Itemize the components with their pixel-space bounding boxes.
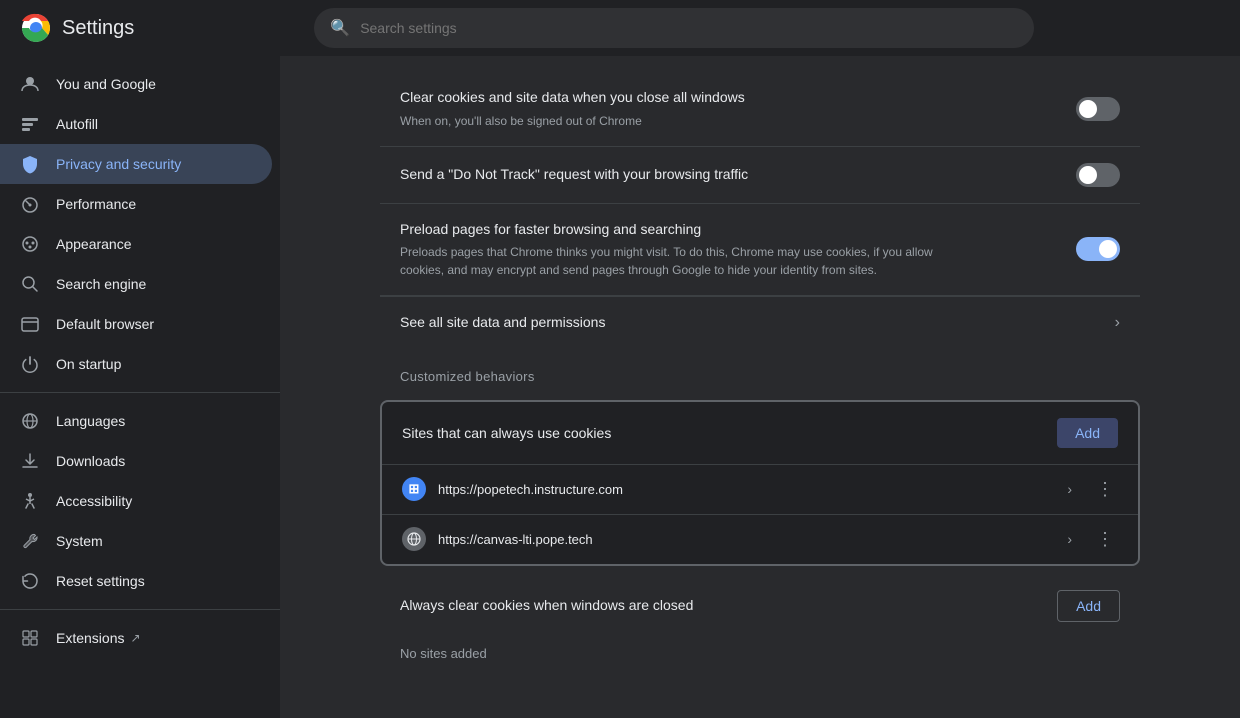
- gauge-icon: [20, 194, 40, 214]
- toggle-dnt[interactable]: [1076, 163, 1120, 187]
- sidebar-label-performance: Performance: [56, 196, 136, 212]
- sidebar-label-default-browser: Default browser: [56, 316, 154, 332]
- toggle-track-off: [1076, 97, 1120, 121]
- app-logo: Settings: [20, 12, 134, 44]
- site-url-instructure: https://popetech.instructure.com: [438, 482, 1055, 497]
- power-icon: [20, 354, 40, 374]
- chevron-right-icon: ›: [1115, 314, 1120, 332]
- sidebar-label-accessibility: Accessibility: [56, 493, 132, 509]
- sidebar-item-downloads[interactable]: Downloads: [0, 441, 272, 481]
- setting-text-dnt: Send a "Do Not Track" request with your …: [400, 165, 1076, 185]
- site-icon-instructure: ⊞: [402, 477, 426, 501]
- globe-icon: [20, 411, 40, 431]
- sidebar-item-extensions[interactable]: Extensions ↗: [0, 618, 272, 658]
- sidebar-item-on-startup[interactable]: On startup: [0, 344, 272, 384]
- toggle-track-dnt-off: [1076, 163, 1120, 187]
- puzzle-icon: [20, 628, 40, 648]
- setting-title-dnt: Send a "Do Not Track" request with your …: [400, 165, 1076, 185]
- setting-title-clear-cookies: Clear cookies and site data when you clo…: [400, 88, 1076, 108]
- history-icon: [20, 571, 40, 591]
- site-chevron-2: ›: [1067, 531, 1072, 547]
- setting-text-clear-cookies: Clear cookies and site data when you clo…: [400, 88, 1076, 130]
- sidebar-item-privacy-security[interactable]: Privacy and security: [0, 144, 272, 184]
- site-chevron-1: ›: [1067, 481, 1072, 497]
- sidebar-label-you-and-google: You and Google: [56, 76, 156, 92]
- sidebar-item-languages[interactable]: Languages: [0, 401, 272, 441]
- search-bar[interactable]: 🔍: [314, 8, 1034, 48]
- search-icon: 🔍: [330, 18, 350, 38]
- wrench-icon: [20, 531, 40, 551]
- site-row-2: https://canvas-lti.pope.tech › ⋮: [382, 514, 1138, 564]
- sidebar-label-autofill: Autofill: [56, 116, 98, 132]
- accessibility-icon: [20, 491, 40, 511]
- sidebar-label-languages: Languages: [56, 413, 125, 429]
- setting-title-preload: Preload pages for faster browsing and se…: [400, 220, 1076, 240]
- autofill-icon: [20, 114, 40, 134]
- chrome-logo-icon: [20, 12, 52, 44]
- site-menu-icon-2[interactable]: ⋮: [1092, 525, 1118, 554]
- sidebar-divider: [0, 392, 280, 393]
- sidebar-label-extensions: Extensions: [56, 630, 124, 646]
- sites-always-cookies-header: Sites that can always use cookies Add: [382, 402, 1138, 464]
- toggle-track-preload-on: [1076, 237, 1120, 261]
- no-sites-label: No sites added: [380, 638, 1140, 677]
- site-row-1: ⊞ https://popetech.instructure.com › ⋮: [382, 464, 1138, 514]
- sidebar-item-accessibility[interactable]: Accessibility: [0, 481, 272, 521]
- search-input[interactable]: [360, 20, 1018, 36]
- toggle-clear-cookies[interactable]: [1076, 97, 1120, 121]
- shield-icon: [20, 154, 40, 174]
- site-url-canvas: https://canvas-lti.pope.tech: [438, 532, 1055, 547]
- sidebar-item-appearance[interactable]: Appearance: [0, 224, 272, 264]
- content-area: Clear cookies and site data when you clo…: [380, 56, 1140, 717]
- browser-icon: [20, 314, 40, 334]
- main-layout: You and Google Autofill Privacy and secu…: [0, 56, 1240, 718]
- setting-desc-clear-cookies: When on, you'll also be signed out of Ch…: [400, 112, 980, 130]
- site-icon-canvas: [402, 527, 426, 551]
- external-link-icon: ↗: [130, 631, 140, 645]
- always-clear-row: Always clear cookies when windows are cl…: [380, 574, 1140, 638]
- sidebar: You and Google Autofill Privacy and secu…: [0, 56, 280, 718]
- sidebar-item-default-browser[interactable]: Default browser: [0, 304, 272, 344]
- sidebar-item-reset-settings[interactable]: Reset settings: [0, 561, 272, 601]
- toggle-thumb-preload: [1099, 240, 1117, 258]
- sidebar-label-appearance: Appearance: [56, 236, 132, 252]
- sites-always-cookies-box: Sites that can always use cookies Add ⊞ …: [380, 400, 1140, 566]
- sidebar-item-search-engine[interactable]: Search engine: [0, 264, 272, 304]
- sidebar-item-you-and-google[interactable]: You and Google: [0, 64, 272, 104]
- sidebar-label-privacy-security: Privacy and security: [56, 156, 181, 172]
- sidebar-divider-2: [0, 609, 280, 610]
- site-menu-icon-1[interactable]: ⋮: [1092, 475, 1118, 504]
- person-icon: [20, 74, 40, 94]
- setting-row-preload: Preload pages for faster browsing and se…: [380, 204, 1140, 297]
- sidebar-label-downloads: Downloads: [56, 453, 125, 469]
- sites-always-cookies-add-button[interactable]: Add: [1057, 418, 1118, 448]
- setting-text-preload: Preload pages for faster browsing and se…: [400, 220, 1076, 280]
- main-content: Clear cookies and site data when you clo…: [280, 56, 1240, 718]
- setting-row-dnt: Send a "Do Not Track" request with your …: [380, 147, 1140, 204]
- toggle-preload[interactable]: [1076, 237, 1120, 261]
- toggle-thumb: [1079, 100, 1097, 118]
- extensions-label-row: Extensions ↗: [56, 630, 141, 646]
- see-all-site-data-row[interactable]: See all site data and permissions ›: [380, 296, 1140, 349]
- sidebar-label-system: System: [56, 533, 103, 549]
- setting-row-clear-cookies: Clear cookies and site data when you clo…: [380, 72, 1140, 147]
- always-clear-title: Always clear cookies when windows are cl…: [400, 596, 693, 616]
- sidebar-item-system[interactable]: System: [0, 521, 272, 561]
- app-title: Settings: [62, 17, 134, 40]
- see-all-site-data-label: See all site data and permissions: [400, 313, 605, 333]
- sites-always-cookies-title: Sites that can always use cookies: [402, 425, 611, 441]
- always-clear-add-button[interactable]: Add: [1057, 590, 1120, 622]
- download-icon: [20, 451, 40, 471]
- sidebar-label-on-startup: On startup: [56, 356, 121, 372]
- palette-icon: [20, 234, 40, 254]
- search-icon: [20, 274, 40, 294]
- customized-behaviors-heading: Customized behaviors: [380, 349, 1140, 392]
- sidebar-label-search-engine: Search engine: [56, 276, 146, 292]
- sidebar-item-autofill[interactable]: Autofill: [0, 104, 272, 144]
- sidebar-item-performance[interactable]: Performance: [0, 184, 272, 224]
- toggle-thumb-dnt: [1079, 166, 1097, 184]
- setting-desc-preload: Preloads pages that Chrome thinks you mi…: [400, 243, 980, 279]
- header: Settings 🔍: [0, 0, 1240, 56]
- sidebar-label-reset-settings: Reset settings: [56, 573, 145, 589]
